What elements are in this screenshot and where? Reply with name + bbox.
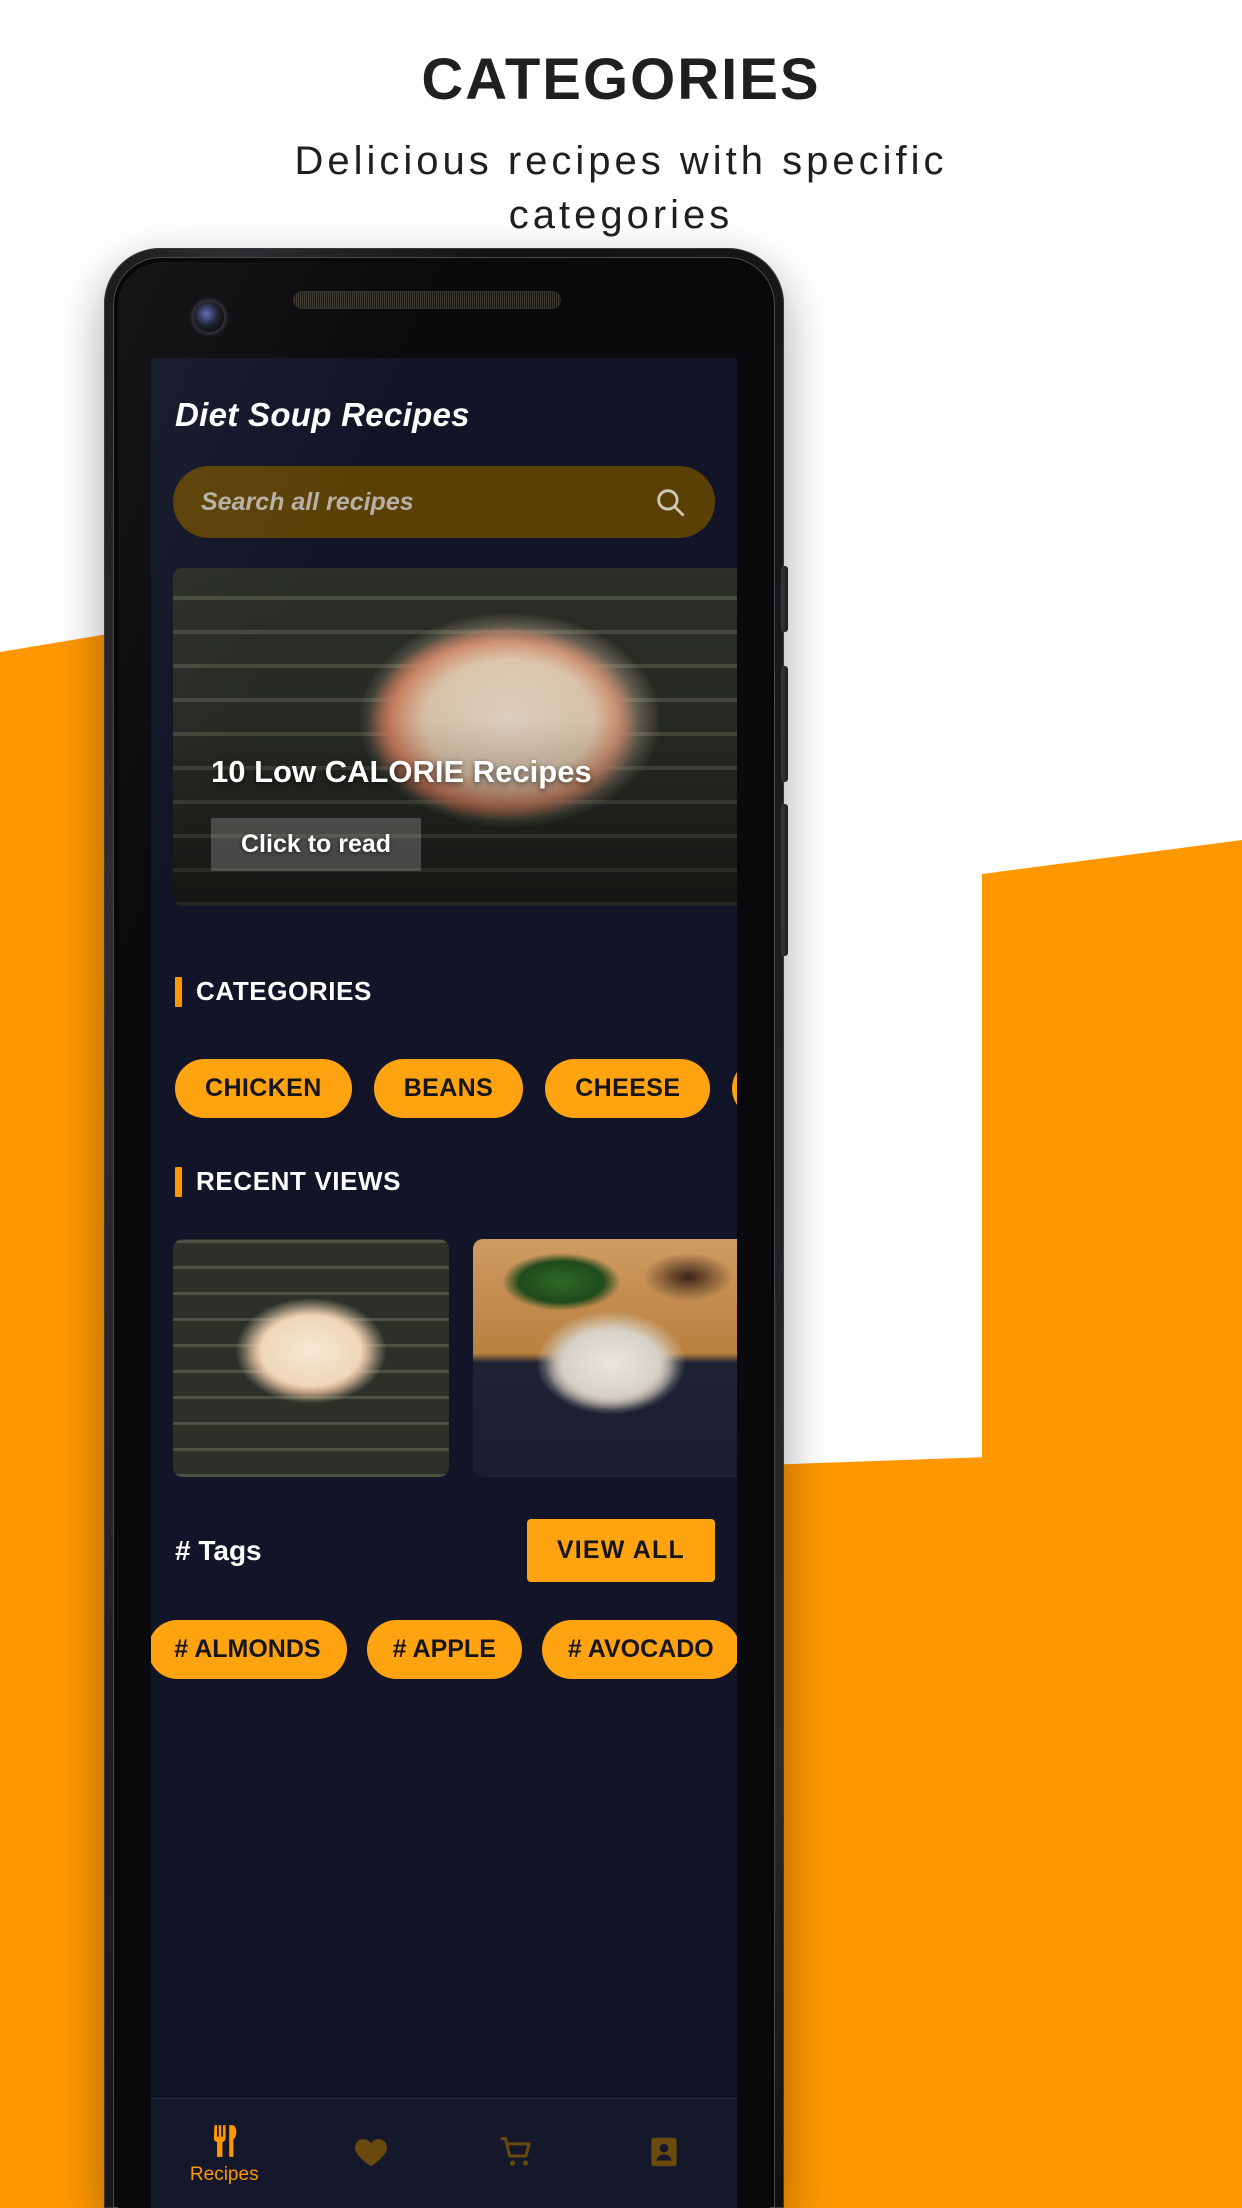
phone-side-button-bottom: [781, 804, 788, 956]
category-chip[interactable]: BEANS: [373, 1059, 524, 1118]
earpiece-speaker: [294, 292, 560, 308]
tags-header-row: # Tags VIEW ALL: [151, 1519, 737, 1582]
fork-knife-icon: [205, 2122, 243, 2160]
category-chip[interactable]: CHICKEN: [175, 1059, 352, 1118]
featured-carousel[interactable]: 10 Low CALORIE Recipes Click to read: [151, 568, 737, 906]
app-title: Diet Soup Recipes: [175, 396, 470, 433]
promo-header: CATEGORIES Delicious recipes with specif…: [0, 0, 1242, 242]
section-accent-bar: [175, 1166, 182, 1197]
tag-chip[interactable]: # AVOCADO: [541, 1620, 737, 1679]
phone-bezel: Diet Soup Recipes Search all recipes 10 …: [118, 262, 770, 2208]
mushroom-cream-soup-thumb: [473, 1239, 737, 1477]
cart-icon: [498, 2133, 536, 2171]
featured-card-title: 10 Low CALORIE Recipes: [211, 754, 592, 789]
nav-item-profile[interactable]: [591, 2133, 738, 2175]
nav-item-favorites[interactable]: [298, 2133, 445, 2175]
bottom-navigation-bar: Recipes: [151, 2098, 737, 2208]
phone-side-button-middle: [781, 666, 788, 782]
search-input[interactable]: Search all recipes: [201, 488, 653, 517]
page-title: CATEGORIES: [421, 47, 821, 112]
recent-views-section-label: RECENT VIEWS: [196, 1166, 402, 1196]
featured-card[interactable]: 10 Low CALORIE Recipes Click to read: [173, 568, 737, 906]
tag-chip-row[interactable]: # ALMONDS # APPLE # AVOCADO: [151, 1620, 737, 1679]
recent-views-row[interactable]: [151, 1239, 737, 1477]
view-all-button[interactable]: VIEW ALL: [526, 1519, 715, 1582]
phone-side-button-top: [781, 566, 788, 632]
nav-label-recipes: Recipes: [189, 2163, 259, 2185]
recent-views-section-header: RECENT VIEWS: [151, 1166, 737, 1197]
heart-icon: [352, 2133, 390, 2171]
profile-card-icon: [645, 2133, 683, 2171]
front-camera-icon: [194, 302, 224, 332]
categories-section-header: CATEGORIES: [151, 976, 737, 1007]
tags-heading: # Tags: [175, 1534, 262, 1566]
app-screen: Diet Soup Recipes Search all recipes 10 …: [151, 358, 737, 2208]
recent-view-item[interactable]: [473, 1239, 737, 1477]
section-accent-bar: [175, 976, 182, 1007]
nav-item-recipes[interactable]: Recipes: [151, 2122, 298, 2186]
nav-item-cart[interactable]: [444, 2133, 591, 2175]
category-chip[interactable]: CHEESE: [545, 1059, 711, 1118]
page-subtitle: Delicious recipes with specific categori…: [294, 138, 948, 237]
search-icon[interactable]: [653, 485, 687, 519]
categories-section-label: CATEGORIES: [196, 976, 372, 1006]
tag-chip[interactable]: # ALMONDS: [151, 1620, 347, 1679]
click-to-read-button[interactable]: Click to read: [211, 818, 422, 871]
tomato-cabbage-soup-thumb: [173, 1239, 449, 1477]
phone-mockup: Diet Soup Recipes Search all recipes 10 …: [104, 248, 788, 2208]
category-chip[interactable]: CABBAGE: [732, 1059, 737, 1118]
tag-chip[interactable]: # APPLE: [366, 1620, 522, 1679]
category-chip-row[interactable]: CHICKEN BEANS CHEESE CABBAGE CARROT: [151, 1059, 737, 1118]
recent-view-item[interactable]: [173, 1239, 449, 1477]
search-bar[interactable]: Search all recipes: [173, 466, 715, 538]
